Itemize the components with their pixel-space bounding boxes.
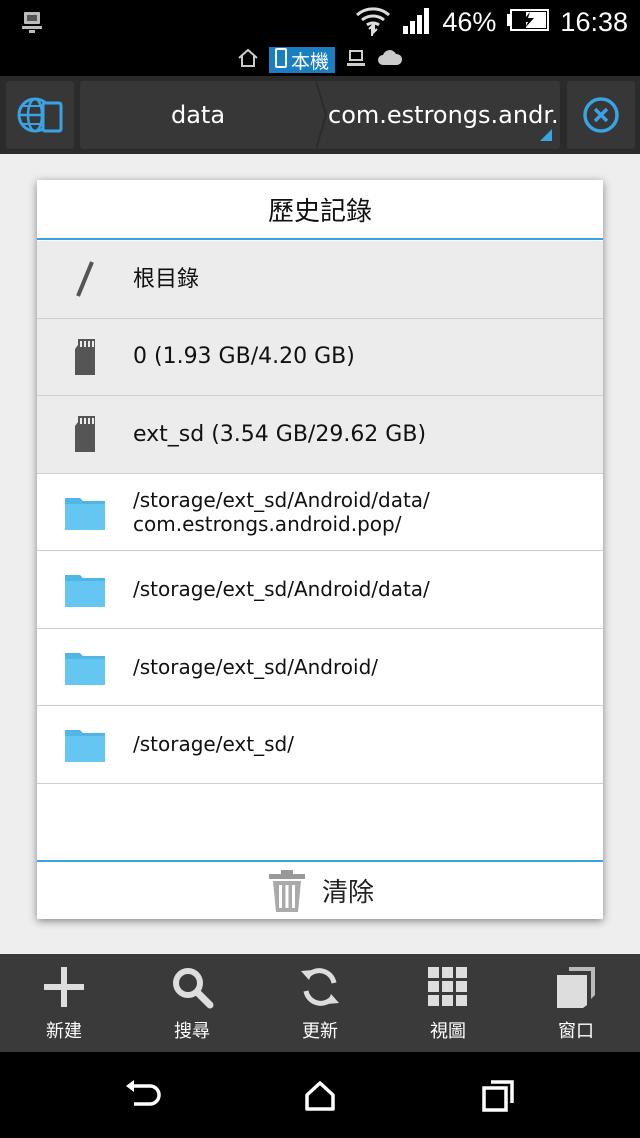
refresh-label: 更新 [302,1021,338,1042]
sd-card-icon [63,412,107,456]
wifi-icon [354,3,392,41]
clear-label: 清除 [321,878,374,908]
history-dialog: 歷史記錄 根目錄 0 (1.93 GB/4.20 GB) ext_sd (3.5… [37,180,603,919]
path-toolbar: data com.estrongs.andr... [0,76,640,154]
network-globe-icon [17,97,63,133]
refresh-icon [296,963,344,1011]
folder-icon [63,645,107,689]
phone-icon [274,47,287,73]
close-circle-icon [583,97,619,133]
breadcrumb-label: com.estrongs.andr... [328,101,560,129]
new-button[interactable]: 新建 [0,954,128,1052]
network-button[interactable] [6,81,74,149]
home-icon[interactable] [237,47,259,73]
status-bar: 46% 16:38 [0,0,640,44]
clock: 16:38 [560,6,628,37]
list-item[interactable]: /storage/ext_sd/ [37,706,603,784]
dropdown-corner-icon [540,129,552,141]
location-strip: 本機 [0,44,640,76]
folder-icon [63,567,107,611]
usb-debug-icon [20,10,44,34]
breadcrumb-label: data [170,101,226,129]
list-item-label: /storage/ext_sd/Android/data/ com.estron… [133,488,593,536]
clear-history-button[interactable]: 清除 [37,860,603,919]
list-item-label: /storage/ext_sd/ [133,732,294,757]
battery-charging-icon [506,8,550,36]
view-button[interactable]: 視圖 [384,954,512,1052]
new-label: 新建 [46,1021,82,1042]
view-label: 視圖 [430,1021,466,1042]
list-item[interactable]: /storage/ext_sd/Android/ [37,629,603,706]
folder-icon [63,490,107,534]
system-nav-bar [0,1052,640,1138]
refresh-button[interactable]: 更新 [256,954,384,1052]
close-path-button[interactable] [567,81,635,149]
content-area: 歷史記錄 根目錄 0 (1.93 GB/4.20 GB) ext_sd (3.5… [0,154,640,954]
back-icon[interactable] [120,1074,164,1118]
list-item[interactable]: /storage/ext_sd/Android/data/ [37,551,603,629]
breadcrumb: data com.estrongs.andr... [80,81,560,149]
home-nav-icon[interactable] [298,1074,342,1118]
root-slash-icon [63,257,107,301]
local-label: 本機 [290,50,329,73]
list-item-label: 0 (1.93 GB/4.20 GB) [133,344,355,370]
windows-icon [552,963,600,1011]
windows-button[interactable]: 窗口 [512,954,640,1052]
breadcrumb-item-data[interactable]: data [80,81,316,149]
trash-icon [268,869,305,912]
search-label: 搜尋 [174,1021,210,1042]
computer-icon[interactable] [345,48,367,72]
list-item[interactable]: /storage/ext_sd/Android/data/ com.estron… [37,474,603,551]
grid-view-icon [424,963,472,1011]
history-list: 根目錄 0 (1.93 GB/4.20 GB) ext_sd (3.54 GB/… [37,241,603,784]
dialog-title: 歷史記錄 [37,180,603,240]
list-item[interactable]: 根目錄 [37,241,603,319]
list-item-label: /storage/ext_sd/Android/ [133,654,378,679]
list-item-label: 根目錄 [133,266,200,292]
signal-icon [402,6,432,38]
list-item[interactable]: ext_sd (3.54 GB/29.62 GB) [37,396,603,474]
plus-icon [40,963,88,1011]
list-item-label: /storage/ext_sd/Android/data/ [133,577,430,602]
list-item-label: ext_sd (3.54 GB/29.62 GB) [133,421,427,447]
search-icon [168,963,216,1011]
list-item[interactable]: 0 (1.93 GB/4.20 GB) [37,318,603,396]
recents-icon[interactable] [476,1074,520,1118]
breadcrumb-item-package[interactable]: com.estrongs.andr... [316,81,560,149]
bottom-toolbar: 新建 搜尋 更新 視圖 窗口 [0,954,640,1052]
folder-icon [63,722,107,766]
list-item-text: /storage/ext_sd/Android/data/ com.estron… [133,487,430,536]
battery-percent: 46% [442,6,497,37]
cloud-icon[interactable] [377,49,403,71]
local-location-tab[interactable]: 本機 [268,47,335,73]
windows-label: 窗口 [558,1021,594,1042]
sd-card-icon [63,335,107,379]
search-button[interactable]: 搜尋 [128,954,256,1052]
